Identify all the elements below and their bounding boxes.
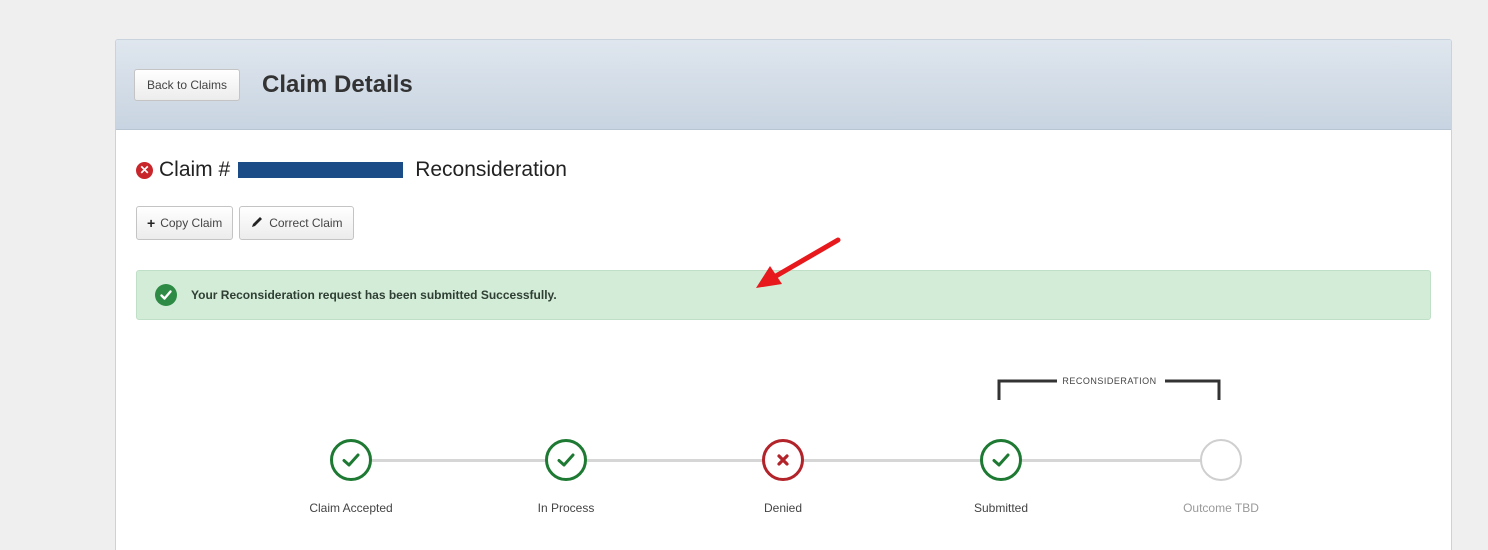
check-icon — [545, 439, 587, 481]
step-label: Claim Accepted — [309, 501, 393, 515]
check-circle-icon — [155, 284, 177, 306]
back-to-claims-button[interactable]: Back to Claims — [134, 68, 241, 101]
reconsideration-bracket: RECONSIDERATION — [997, 376, 1222, 402]
step-label: In Process — [537, 501, 595, 515]
claim-number-label: Claim # — [159, 158, 231, 181]
plus-icon: + — [147, 215, 156, 231]
x-icon — [762, 439, 804, 481]
error-x-icon: ✕ — [136, 161, 153, 179]
check-icon — [330, 439, 372, 481]
success-message: Your Reconsideration request has been su… — [191, 288, 557, 302]
step-label: Outcome TBD — [1183, 501, 1259, 515]
annotation-arrow-icon — [756, 237, 841, 288]
claim-actions: + Copy Claim Correct Claim — [136, 206, 354, 240]
correct-claim-label: Correct Claim — [269, 216, 343, 230]
step-in-process: In Process — [496, 439, 636, 515]
claim-type: Reconsideration — [415, 158, 567, 181]
step-outcome-tbd: Outcome TBD — [1151, 439, 1291, 515]
step-denied: Denied — [713, 439, 853, 515]
claim-heading: ✕ Claim # Reconsideration — [136, 158, 567, 182]
step-label: Denied — [763, 501, 803, 515]
redacted-claim-number — [238, 162, 404, 178]
copy-claim-button[interactable]: + Copy Claim — [136, 206, 234, 240]
claim-status-tracker: RECONSIDERATION Claim Accepted In Proces… — [116, 360, 1451, 550]
panel-header: Back to Claims Claim Details — [116, 40, 1451, 130]
pencil-icon — [250, 215, 264, 232]
step-submitted: Submitted — [931, 439, 1071, 515]
correct-claim-button[interactable]: Correct Claim — [239, 206, 354, 240]
step-claim-accepted: Claim Accepted — [281, 439, 421, 515]
check-icon — [980, 439, 1022, 481]
copy-claim-label: Copy Claim — [160, 216, 223, 230]
page-title: Claim Details — [262, 70, 413, 98]
step-label: Submitted — [973, 501, 1029, 515]
reconsideration-label: RECONSIDERATION — [1062, 376, 1157, 386]
empty-circle-icon — [1200, 439, 1242, 481]
